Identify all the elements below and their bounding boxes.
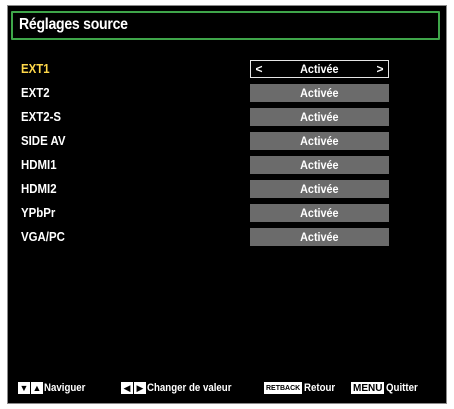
row-label: HDMI1 bbox=[21, 157, 57, 172]
value-text: Activée bbox=[300, 206, 339, 220]
menu-row-ext2-s[interactable]: EXT2-S Activée bbox=[8, 106, 448, 128]
row-label: EXT2 bbox=[21, 85, 50, 100]
hint-label: Naviguer bbox=[44, 382, 86, 394]
row-label: EXT1 bbox=[21, 61, 50, 76]
menu-row-hdmi1[interactable]: HDMI1 Activée bbox=[8, 154, 448, 176]
hint-label: Quitter bbox=[386, 382, 419, 394]
value-text: Activée bbox=[300, 134, 339, 148]
value-text: Activée bbox=[300, 62, 339, 76]
menu-row-ypbpr[interactable]: YPbPr Activée bbox=[8, 202, 448, 224]
triangle-down-icon: ▼ bbox=[18, 382, 30, 394]
value-text: Activée bbox=[300, 182, 339, 196]
title-bar: Réglages source bbox=[11, 11, 440, 40]
tv-menu-screen: Réglages source EXT1 < Activée > EXT2 Ac… bbox=[7, 5, 447, 404]
value-selector[interactable]: < Activée > bbox=[250, 60, 389, 78]
hint-label: Retour bbox=[304, 382, 336, 394]
value-selector[interactable]: Activée bbox=[250, 180, 389, 198]
key-hints-bar: ▼ ▲ Naviguer ◀ ▶ Changer de valeur RETBA… bbox=[8, 377, 448, 397]
chevron-left-icon[interactable]: < bbox=[253, 61, 265, 77]
triangle-left-icon: ◀ bbox=[121, 382, 133, 394]
menu-row-ext2[interactable]: EXT2 Activée bbox=[8, 82, 448, 104]
row-label: EXT2-S bbox=[21, 109, 62, 124]
hint-navigate: ▼ ▲ Naviguer bbox=[18, 381, 91, 395]
triangle-right-icon: ▶ bbox=[134, 382, 146, 394]
menu-row-hdmi2[interactable]: HDMI2 Activée bbox=[8, 178, 448, 200]
value-selector[interactable]: Activée bbox=[250, 84, 389, 102]
hint-label: Changer de valeur bbox=[147, 382, 232, 394]
hint-quit: MENU Quitter bbox=[351, 381, 423, 395]
chevron-right-icon[interactable]: > bbox=[374, 61, 386, 77]
value-selector[interactable]: Activée bbox=[250, 132, 389, 150]
value-selector[interactable]: Activée bbox=[250, 228, 389, 246]
value-selector[interactable]: Activée bbox=[250, 108, 389, 126]
menu-row-ext1[interactable]: EXT1 < Activée > bbox=[8, 58, 448, 80]
menu-row-vga-pc[interactable]: VGA/PC Activée bbox=[8, 226, 448, 248]
menu-row-side-av[interactable]: SIDE AV Activée bbox=[8, 130, 448, 152]
value-text: Activée bbox=[300, 158, 339, 172]
menu-key-icon: MENU bbox=[351, 382, 385, 394]
row-label: SIDE AV bbox=[21, 133, 66, 148]
row-label: YPbPr bbox=[21, 205, 56, 220]
value-text: Activée bbox=[300, 110, 339, 124]
value-selector[interactable]: Activée bbox=[250, 156, 389, 174]
hint-return: RETBACK Retour bbox=[264, 381, 340, 395]
return-key-icon: RETBACK bbox=[264, 382, 303, 394]
page-title: Réglages source bbox=[19, 16, 128, 33]
value-selector[interactable]: Activée bbox=[250, 204, 389, 222]
row-label: VGA/PC bbox=[21, 229, 65, 244]
triangle-up-icon: ▲ bbox=[31, 382, 43, 394]
value-text: Activée bbox=[300, 230, 339, 244]
hint-change-value: ◀ ▶ Changer de valeur bbox=[121, 381, 243, 395]
value-text: Activée bbox=[300, 86, 339, 100]
row-label: HDMI2 bbox=[21, 181, 57, 196]
